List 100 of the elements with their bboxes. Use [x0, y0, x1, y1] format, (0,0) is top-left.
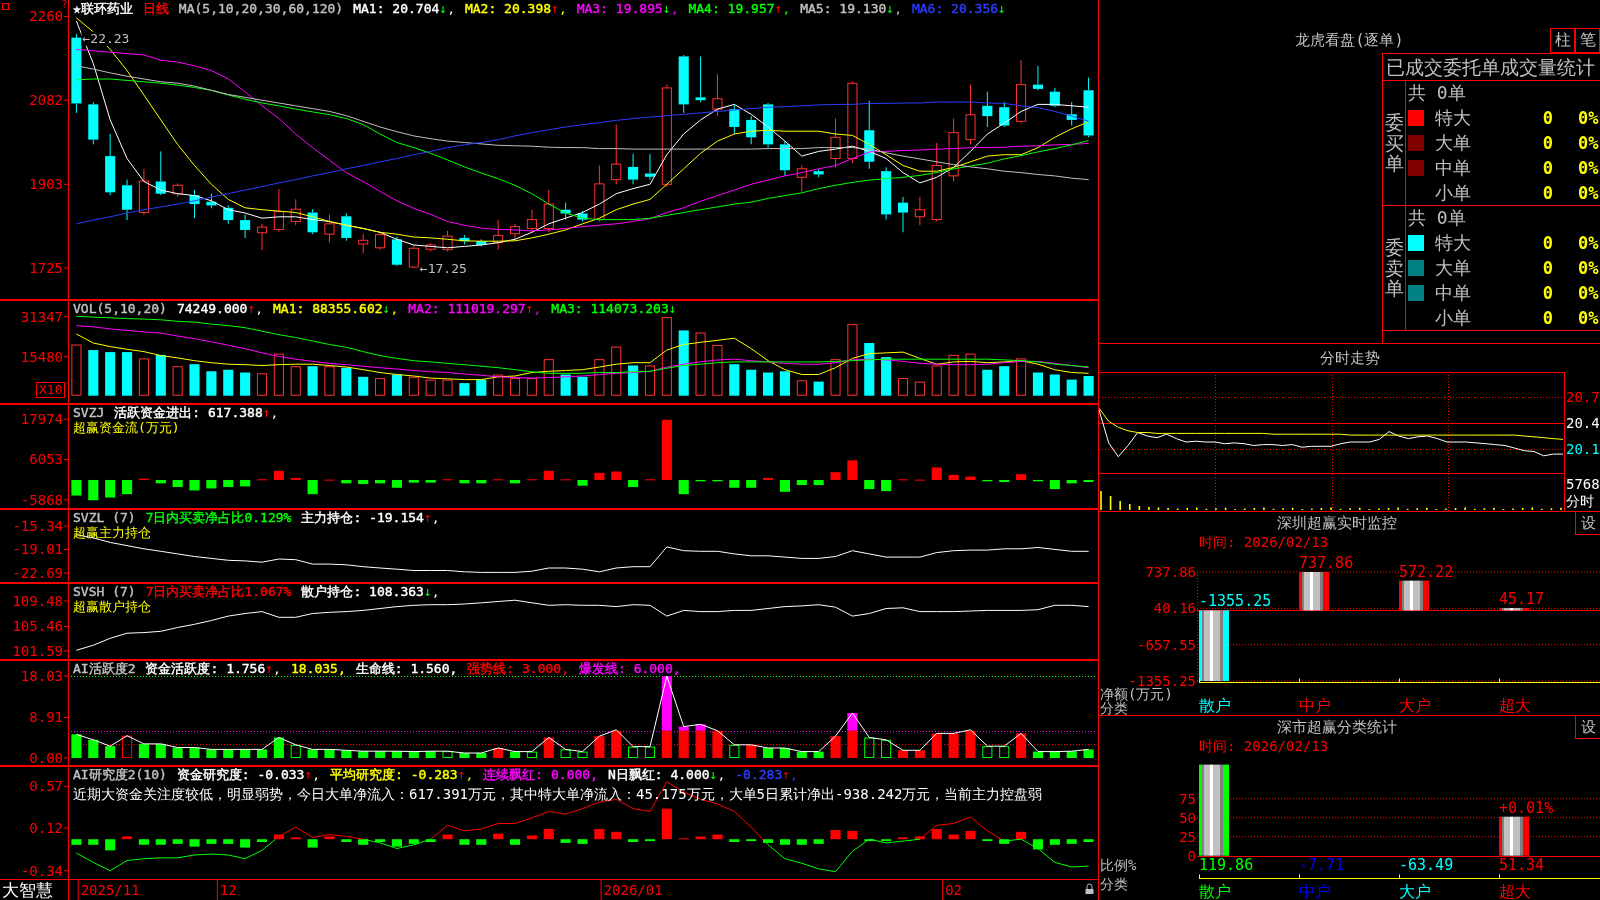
legend-text: MA6: 20.356 — [911, 1, 999, 16]
price-annotation: ←17.25 — [419, 260, 467, 276]
value-label: -7.71 — [1299, 856, 1345, 874]
legend-text: SVZJ — [73, 405, 105, 420]
legend-text: MA1: 88355.602 — [273, 301, 383, 316]
order-count: 0 — [1542, 157, 1553, 178]
category-label: 散户 — [1199, 881, 1231, 900]
axis-label: 101.59 — [12, 643, 63, 659]
axis-label: 0.00 — [29, 750, 63, 766]
order-share: 0% — [1578, 157, 1599, 178]
axis-label: 31347 — [20, 308, 63, 325]
legend-text: 日线 — [142, 1, 169, 16]
axis-label: -1355.25 — [1128, 673, 1196, 689]
order-count: 0 — [1542, 133, 1553, 153]
axis-label: -5868 — [20, 491, 63, 508]
group-label: 委买单 — [1384, 111, 1404, 175]
axis-label: 20.1 — [1566, 440, 1600, 457]
trend-arrow: ↓, — [709, 767, 726, 782]
indicator-title: 超赢散户持仓 — [73, 599, 151, 614]
total-label: 共 0单 — [1408, 81, 1466, 106]
order-share: 0% — [1578, 258, 1599, 278]
axis-label: -657.55 — [1137, 636, 1196, 653]
trend-arrow: ↑, — [265, 661, 281, 676]
category-label: 大户 — [1399, 695, 1431, 715]
legend-text: 74249.000 — [176, 301, 248, 316]
legend-text: 主力持仓: -19.154 — [301, 510, 424, 525]
axis-label: 17974 — [20, 411, 63, 428]
legend-text: MA2: 20.398 — [464, 1, 552, 16]
legend-text: MA1: 20.704 — [353, 1, 440, 16]
axis-label: 1903 — [29, 176, 63, 193]
date-label: 02 — [945, 882, 963, 898]
legend-text: 18.035, — [290, 661, 346, 676]
order-count: 0 — [1542, 108, 1553, 129]
timestamp: 时间: 2026/02/13 — [1199, 534, 1329, 552]
value-label: 119.86 — [1199, 856, 1254, 874]
legend-text: 爆发线: 6.000, — [579, 661, 681, 676]
trend-arrow: ↑, — [247, 301, 264, 316]
order-type: 大单 — [1435, 257, 1471, 278]
order-type: 特大 — [1435, 107, 1471, 129]
legend-text: -0.283 — [735, 767, 783, 782]
order-share: 0% — [1578, 108, 1599, 129]
legend-text: N日飘红: 4.000 — [608, 767, 710, 782]
legend-text: MA4: 19.957 — [688, 1, 775, 16]
trend-arrow: ↓, — [382, 301, 399, 316]
trend-arrow: ↓, — [662, 1, 679, 16]
order-type: 特大 — [1435, 232, 1471, 254]
category-label: 散户 — [1199, 695, 1231, 715]
value-label: 51.34 — [1499, 856, 1545, 874]
order-share: 0% — [1578, 233, 1599, 254]
order-count: 0 — [1542, 233, 1553, 254]
legend-text: 平均研究度: -0.283 — [330, 767, 458, 782]
panel-title: 龙虎看盘(逐单) — [1295, 31, 1404, 50]
axis-label: 0 — [1187, 847, 1196, 864]
trend-arrow: ↑, — [457, 767, 474, 782]
order-type: 中单 — [1435, 281, 1471, 303]
legend-text: 连续飘红: 0.000, — [483, 767, 598, 782]
value-label: 572.22 — [1399, 562, 1454, 581]
annotation-label: +0.01% — [1499, 798, 1554, 817]
value-label: 45.17 — [1499, 590, 1545, 609]
legend-text: ★联环药业 — [73, 1, 133, 16]
order-share: 0% — [1578, 133, 1599, 153]
order-count: 0 — [1542, 307, 1553, 328]
axis-title: 分类 — [1100, 876, 1128, 892]
value-label: -1355.25 — [1199, 592, 1272, 611]
trend-arrow: ↑, — [782, 767, 798, 782]
axis-label: 15480 — [20, 348, 63, 365]
legend-text: 散户持仓: 108.363 — [301, 584, 424, 599]
axis-title: 比例% — [1100, 857, 1137, 873]
axis-label: 2260 — [29, 8, 63, 25]
legend-text: 7日内买卖净占比1.067% — [145, 584, 292, 599]
axis-label: -22.69 — [12, 565, 63, 581]
timestamp: 时间: 2026/02/13 — [1199, 738, 1329, 756]
order-type: 小单 — [1435, 306, 1471, 328]
legend-text: 7日内买卖净占比0.129% — [145, 510, 292, 525]
legend-text: VOL(5,10,20) — [73, 301, 167, 316]
legend-text: 资金研究度: -0.033 — [176, 767, 305, 782]
axis-title: 净额(万元) — [1100, 686, 1173, 702]
axis-label: 20.7 — [1566, 389, 1600, 406]
legend-text: 强势线: 3.000, — [467, 661, 569, 676]
trend-arrow: ↓, — [423, 584, 440, 599]
value-label: -63.49 — [1399, 856, 1454, 874]
trend-arrow: ↓, — [886, 1, 902, 16]
order-type: 大单 — [1435, 132, 1471, 153]
legend-text: AI研究度2(10) — [73, 767, 167, 782]
category-label: 中户 — [1299, 695, 1331, 715]
axis-label: 0.12 — [29, 820, 63, 837]
category-label: 大户 — [1399, 881, 1431, 900]
axis-label: 109.48 — [12, 593, 63, 609]
legend-text: SVZL (7) — [73, 510, 136, 525]
axis-label: 2082 — [29, 92, 63, 109]
price-annotation: ←22.23 — [82, 31, 130, 47]
group-label: 委卖单 — [1384, 236, 1404, 300]
legend-text: MA2: 111019.297 — [408, 301, 526, 316]
legend-text: 资金活跃度: 1.756 — [145, 661, 266, 676]
axis-label: 40.16 — [1153, 600, 1196, 617]
axis-label: 8.91 — [29, 709, 63, 726]
order-type: 中单 — [1435, 156, 1471, 178]
axis-label: -0.34 — [20, 862, 63, 879]
axis-label: 0.57 — [29, 778, 63, 795]
unit-badge: X10 — [36, 382, 66, 398]
